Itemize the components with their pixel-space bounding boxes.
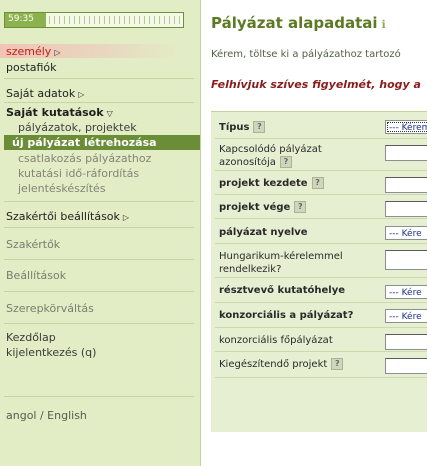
form-row-place: résztvevő kutatóhelye --- Kére xyxy=(215,278,427,303)
type-label: Típus? xyxy=(219,121,266,134)
end-label: projekt vége? xyxy=(219,201,307,214)
nav-new-proposal[interactable]: új pályázat létrehozása xyxy=(12,136,157,149)
intro-text: Kérem, töltse ki a pályázathoz tartozó xyxy=(211,49,401,60)
type-select[interactable]: --- Kérem xyxy=(385,120,427,134)
page-title: Pályázat alapadatai ℹ xyxy=(211,14,386,32)
caret-right-icon: ▷ xyxy=(54,48,61,57)
page-title-text: Pályázat alapadatai xyxy=(211,14,378,32)
consortium-label: konzorciális a pályázat? xyxy=(219,310,354,321)
nav-divider xyxy=(4,201,194,202)
nav-divider xyxy=(4,396,194,397)
help-icon[interactable]: ? xyxy=(294,201,307,213)
caret-right-icon: ▷ xyxy=(122,213,130,222)
warning-text: Felhívjuk szíves figyelmét, hogy a xyxy=(211,78,421,91)
project-start-input[interactable] xyxy=(385,177,427,193)
nav-divider xyxy=(4,259,194,260)
form-row-main-proposal: konzorciális főpályázat xyxy=(215,328,427,352)
start-label: projekt kezdete? xyxy=(219,177,324,190)
related-label-line1: Kapcsolódó pályázat xyxy=(219,144,322,155)
help-icon[interactable]: ? xyxy=(311,177,324,189)
caret-right-icon: ▷ xyxy=(78,90,85,99)
proposal-form: Típus? --- Kérem Kapcsolódó pályázat azo… xyxy=(211,111,427,432)
nav-reporting[interactable]: jelentéskészítés xyxy=(18,182,106,195)
hungarikum-label-line2: rendelkezik? xyxy=(219,264,282,275)
supplement-label-text: Kiegészítendő projekt xyxy=(219,359,328,370)
type-label-text: Típus xyxy=(219,122,250,133)
nav-divider xyxy=(4,291,194,292)
nav-divider xyxy=(4,227,194,228)
help-icon[interactable]: ? xyxy=(331,358,344,370)
nav-my-data-label: Saját adatok xyxy=(6,87,76,100)
project-end-input[interactable] xyxy=(385,201,427,217)
caret-down-icon: ▽ xyxy=(106,109,113,118)
language-select[interactable]: --- Kére xyxy=(385,226,427,240)
related-label-line2-text: azonosítója xyxy=(219,157,276,168)
nav-experts[interactable]: Szakértők xyxy=(6,238,60,251)
nav-person-label: személy xyxy=(6,45,52,58)
form-row-related: Kapcsolódó pályázat azonosítója? xyxy=(215,139,427,171)
start-label-text: projekt kezdete xyxy=(219,178,308,189)
session-timer: 59:35 xyxy=(4,12,184,28)
supplement-label: Kiegészítendő projekt? xyxy=(219,358,344,371)
nav-logout[interactable]: kijelentkezés (q) xyxy=(6,346,96,359)
nav-expert-settings[interactable]: Szakértői beállítások ▷ xyxy=(6,210,129,223)
form-row-type: Típus? --- Kérem xyxy=(215,112,427,139)
place-label: résztvevő kutatóhelye xyxy=(219,285,346,296)
sidebar: 59:35 személy ▷ postafiók Saját adatok ▷ S… xyxy=(0,0,201,466)
nav-divider xyxy=(4,78,194,79)
nav-my-research[interactable]: Saját kutatások ▽ xyxy=(6,106,113,119)
form-row-hungarikum: Hungarikum-kérelemmel rendelkezik? xyxy=(215,244,427,278)
supplement-project-input[interactable] xyxy=(385,358,427,374)
form-row-end: projekt vége? xyxy=(215,195,427,219)
hungarikum-input[interactable] xyxy=(385,250,427,270)
nav-research-time[interactable]: kutatási idő-ráfordítás xyxy=(18,167,139,180)
related-proposal-input[interactable] xyxy=(385,145,427,161)
nav-role-switch[interactable]: Szerepkörváltás xyxy=(6,302,94,315)
form-row-supplement: Kiegészítendő projekt? xyxy=(215,352,427,378)
session-timer-text: 59:35 xyxy=(8,14,34,24)
help-icon[interactable]: ? xyxy=(279,156,292,168)
nav-mailbox[interactable]: postafiók xyxy=(6,61,57,74)
nav-divider xyxy=(4,102,194,103)
language-switch[interactable]: angol / English xyxy=(6,409,87,422)
form-row-consortium: konzorciális a pályázat? --- Kére xyxy=(215,303,427,328)
related-label-line2: azonosítója? xyxy=(219,156,292,169)
nav-settings[interactable]: Beállítások xyxy=(6,269,66,282)
nav-home[interactable]: Kezdőlap xyxy=(6,331,56,344)
form-row-language: pályázat nyelve --- Kére xyxy=(215,219,427,244)
form-row-start: projekt kezdete? xyxy=(215,171,427,195)
nav-expert-settings-label: Szakértői beállítások xyxy=(6,210,120,223)
language-label: pályázat nyelve xyxy=(219,227,308,238)
main-proposal-label: konzorciális főpályázat xyxy=(219,335,333,346)
session-timer-ticks xyxy=(49,16,182,24)
nav-divider xyxy=(4,323,194,324)
hungarikum-label-line1: Hungarikum-kérelemmel xyxy=(219,251,343,262)
help-icon[interactable]: ? xyxy=(253,121,266,133)
nav-my-research-label: Saját kutatások xyxy=(6,106,104,119)
research-place-select[interactable]: --- Kére xyxy=(385,285,427,299)
consortium-select[interactable]: --- Kére xyxy=(385,309,427,323)
nav-join-proposal[interactable]: csatlakozás pályázathoz xyxy=(18,152,151,165)
info-icon[interactable]: ℹ xyxy=(382,18,386,31)
nav-my-data[interactable]: Saját adatok ▷ xyxy=(6,87,84,100)
end-label-text: projekt vége xyxy=(219,202,291,213)
nav-person[interactable]: személy ▷ xyxy=(6,45,60,58)
main-proposal-input[interactable] xyxy=(385,334,427,350)
nav-projects[interactable]: pályázatok, projektek xyxy=(18,121,137,134)
main-content: Pályázat alapadatai ℹ Kérem, töltse ki a … xyxy=(201,0,427,466)
